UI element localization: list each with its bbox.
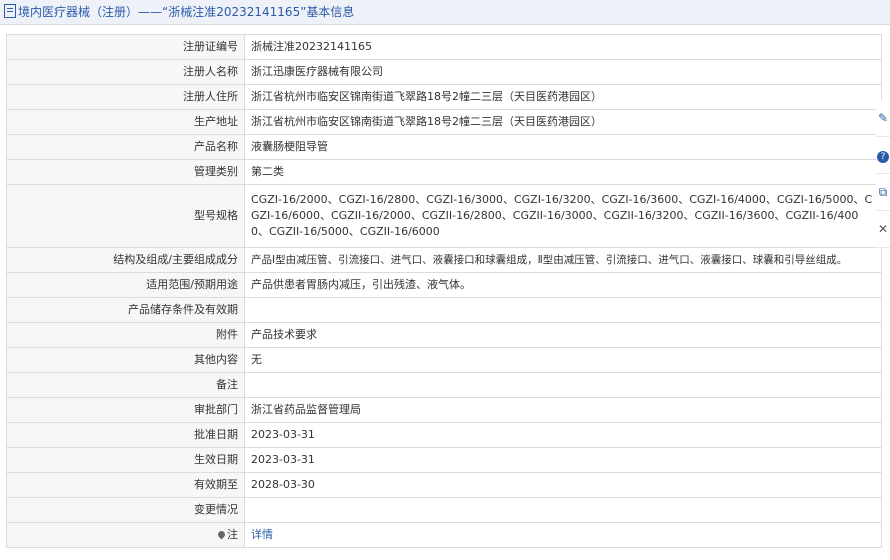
- table-row: 产品储存条件及有效期: [6, 297, 882, 323]
- row-label: 注册人名称: [6, 59, 245, 85]
- row-value: 产品技术要求: [244, 322, 882, 348]
- copy-icon[interactable]: ⧉: [876, 174, 890, 211]
- row-value: 第二类: [244, 159, 882, 185]
- row-label: 有效期至: [6, 472, 245, 498]
- row-label: 生效日期: [6, 447, 245, 473]
- row-label: 其他内容: [6, 347, 245, 373]
- help-icon: ?: [877, 151, 889, 163]
- row-label: 结构及组成/主要组成成分: [6, 247, 245, 273]
- row-value: [244, 297, 882, 323]
- row-value: 无: [244, 347, 882, 373]
- note-row: 注 详情: [6, 522, 882, 548]
- table-row: 其他内容 无: [6, 347, 882, 373]
- note-label-cell: 注: [6, 522, 245, 548]
- row-label: 批准日期: [6, 422, 245, 448]
- info-table: 注册证编号 浙械注准20232141165 注册人名称 浙江迅康医疗器械有限公司…: [6, 34, 882, 548]
- edit-icon[interactable]: ✎: [876, 100, 890, 137]
- table-row: 产品名称 液囊肠梗阻导管: [6, 134, 882, 160]
- row-value: [244, 372, 882, 398]
- info-table-container: 注册证编号 浙械注准20232141165 注册人名称 浙江迅康医疗器械有限公司…: [6, 34, 882, 548]
- table-row: 注册人住所 浙江省杭州市临安区锦南街道飞翠路18号2幢二三层（天目医药港园区）: [6, 84, 882, 110]
- table-row: 结构及组成/主要组成成分 产品Ⅰ型由减压管、引流接口、进气口、液囊接口和球囊组成…: [6, 247, 882, 273]
- table-row: 变更情况: [6, 497, 882, 523]
- close-icon[interactable]: ✕: [876, 211, 890, 248]
- table-row: 备注: [6, 372, 882, 398]
- row-value: 浙江省杭州市临安区锦南街道飞翠路18号2幢二三层（天目医药港园区）: [244, 84, 882, 110]
- table-row: 适用范围/预期用途 产品供患者胃肠内减压，引出残渣、液气体。: [6, 272, 882, 298]
- row-value: CGZI-16/2000、CGZI-16/2800、CGZI-16/3000、C…: [244, 184, 882, 248]
- row-label: 型号规格: [6, 184, 245, 248]
- page-header: 境内医疗器械（注册）——“浙械注准20232141165”基本信息: [0, 0, 890, 25]
- page-title: 境内医疗器械（注册）——“浙械注准20232141165”基本信息: [18, 5, 355, 19]
- note-label: 注: [227, 528, 238, 541]
- table-row: 有效期至 2028-03-30: [6, 472, 882, 498]
- row-value: [244, 497, 882, 523]
- table-row: 型号规格 CGZI-16/2000、CGZI-16/2800、CGZI-16/3…: [6, 184, 882, 248]
- row-label: 适用范围/预期用途: [6, 272, 245, 298]
- details-link[interactable]: 详情: [251, 528, 273, 541]
- row-label: 变更情况: [6, 497, 245, 523]
- row-label: 产品名称: [6, 134, 245, 160]
- row-value: 2023-03-31: [244, 447, 882, 473]
- note-value-cell: 详情: [244, 522, 882, 548]
- row-value: 2028-03-30: [244, 472, 882, 498]
- row-label: 管理类别: [6, 159, 245, 185]
- row-label: 生产地址: [6, 109, 245, 135]
- row-label: 注册证编号: [6, 34, 245, 60]
- side-toolbar: ✎ ? ⧉ ✕: [876, 100, 890, 248]
- help-button[interactable]: ?: [876, 137, 890, 174]
- row-label: 备注: [6, 372, 245, 398]
- table-row: 注册证编号 浙械注准20232141165: [6, 34, 882, 60]
- row-label: 附件: [6, 322, 245, 348]
- row-label: 产品储存条件及有效期: [6, 297, 245, 323]
- row-value: 液囊肠梗阻导管: [244, 134, 882, 160]
- table-row: 生产地址 浙江省杭州市临安区锦南街道飞翠路18号2幢二三层（天目医药港园区）: [6, 109, 882, 135]
- table-row: 附件 产品技术要求: [6, 322, 882, 348]
- table-row: 注册人名称 浙江迅康医疗器械有限公司: [6, 59, 882, 85]
- table-row: 管理类别 第二类: [6, 159, 882, 185]
- row-value: 浙江省药品监督管理局: [244, 397, 882, 423]
- table-row: 生效日期 2023-03-31: [6, 447, 882, 473]
- row-label: 注册人住所: [6, 84, 245, 110]
- row-value: 产品供患者胃肠内减压，引出残渣、液气体。: [244, 272, 882, 298]
- row-value: 产品Ⅰ型由减压管、引流接口、进气口、液囊接口和球囊组成，Ⅱ型由减压管、引流接口、…: [244, 247, 882, 273]
- table-row: 批准日期 2023-03-31: [6, 422, 882, 448]
- row-value: 浙江省杭州市临安区锦南街道飞翠路18号2幢二三层（天目医药港园区）: [244, 109, 882, 135]
- pin-icon: [216, 529, 227, 540]
- row-value: 2023-03-31: [244, 422, 882, 448]
- row-value: 浙械注准20232141165: [244, 34, 882, 60]
- row-label: 审批部门: [6, 397, 245, 423]
- row-value: 浙江迅康医疗器械有限公司: [244, 59, 882, 85]
- table-row: 审批部门 浙江省药品监督管理局: [6, 397, 882, 423]
- document-icon: [4, 4, 16, 18]
